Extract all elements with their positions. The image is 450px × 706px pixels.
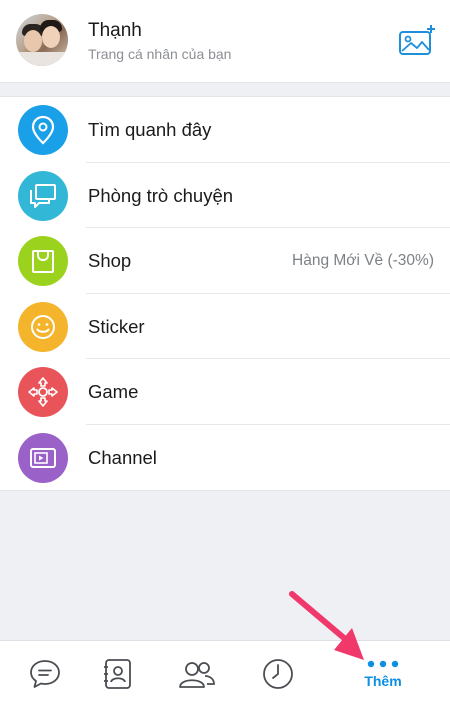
menu-item-label: Phòng trò chuyện <box>88 184 234 206</box>
profile-header[interactable]: Thạnh Trang cá nhân của bạn <box>0 0 450 83</box>
shop-promo-text: Hàng Mới Về (-30%) <box>292 252 434 269</box>
menu-item-label: Tìm quanh đây <box>88 119 212 140</box>
menu-item-label: Channel <box>88 446 157 468</box>
shopping-bag-icon <box>18 236 68 286</box>
menu-item-chat-rooms[interactable]: Phòng trò chuyện <box>0 163 450 228</box>
chat-bubble-icon <box>30 660 60 688</box>
bottom-nav: Thêm <box>0 640 450 706</box>
video-channel-icon <box>18 432 68 483</box>
annotation-arrow-icon <box>289 591 364 660</box>
menu-item-channel[interactable]: Channel <box>0 425 450 491</box>
menu-item-shop[interactable]: Shop Hàng Mới Về (-30%) <box>0 228 450 294</box>
menu-item-game[interactable]: Game <box>0 359 450 425</box>
profile-subtitle: Trang cá nhân của bạn <box>88 46 232 62</box>
avatar[interactable] <box>16 14 68 66</box>
people-icon <box>179 662 215 688</box>
gamepad-arrows-icon <box>18 367 68 417</box>
menu-item-label: Sticker <box>88 315 145 337</box>
menu-item-sticker[interactable]: Sticker <box>0 294 450 359</box>
menu-item-label: Game <box>88 381 139 402</box>
app-screen: Thạnh Trang cá nhân của bạn Tìm quanh đâ… <box>0 0 450 706</box>
chat-rooms-icon <box>18 170 68 221</box>
add-photo-icon[interactable] <box>398 24 436 56</box>
nav-contacts[interactable] <box>73 641 163 706</box>
contact-card-icon <box>104 659 131 689</box>
profile-name: Thạnh <box>88 20 142 41</box>
smiley-icon <box>18 301 68 352</box>
location-pin-icon <box>18 105 68 155</box>
nav-more-label: Thêm <box>364 673 402 689</box>
feature-menu: Tìm quanh đây Phòng trò chuyện Shop Hàng… <box>0 96 450 491</box>
menu-item-label: Shop <box>88 250 132 271</box>
menu-item-nearby[interactable]: Tìm quanh đây <box>0 97 450 163</box>
nav-groups[interactable] <box>152 641 242 706</box>
